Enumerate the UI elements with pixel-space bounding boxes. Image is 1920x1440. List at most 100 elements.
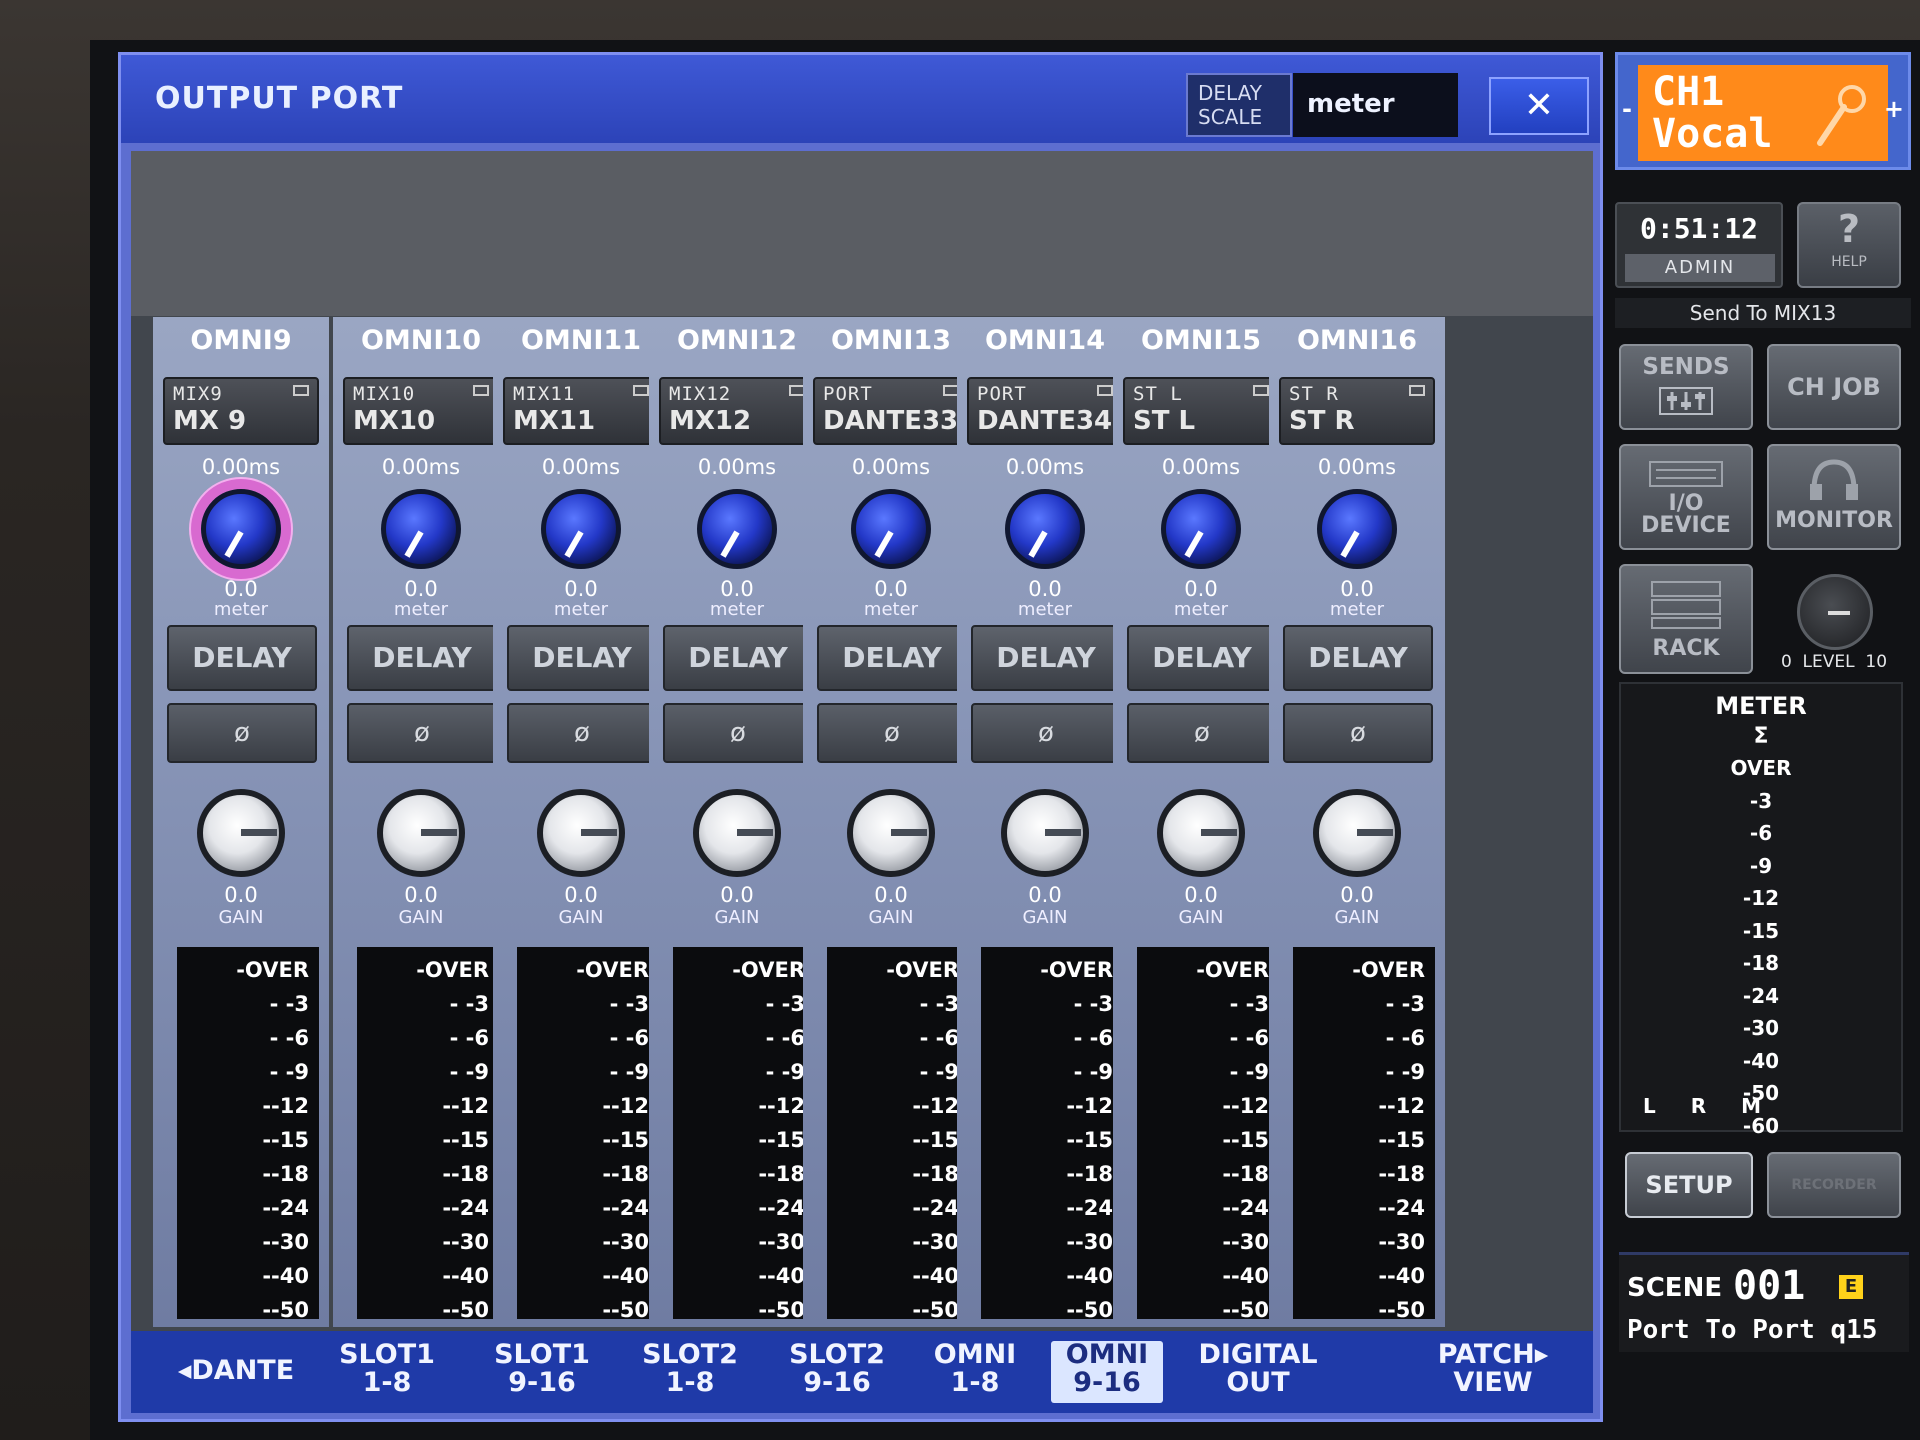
tab-label-2: 1-8 (362, 1367, 412, 1398)
monitor-level-knob[interactable] (1797, 574, 1873, 650)
master-meter-scale-label: -18 (1742, 951, 1780, 975)
gain-value: 0.0 (1028, 883, 1062, 907)
scene-display[interactable]: SCENE 001 E Port To Port q15 (1619, 1252, 1909, 1352)
patch-source-type: MIX12 (669, 383, 732, 405)
delay-toggle-button[interactable]: DELAY (663, 625, 813, 691)
delay-toggle-button[interactable]: DELAY (817, 625, 967, 691)
gain-knob[interactable] (197, 789, 285, 877)
delay-knob[interactable] (697, 489, 777, 569)
selected-channel-box[interactable]: - CH1 Vocal + (1615, 52, 1911, 170)
delay-unit: meter (1329, 599, 1385, 620)
patch-select-button[interactable]: PORT DANTE34 (967, 377, 1123, 445)
channel-prev-button[interactable]: - (1622, 95, 1632, 123)
ch-job-button[interactable]: CH JOB (1767, 344, 1901, 430)
gain-knob[interactable] (537, 789, 625, 877)
phase-button[interactable]: ø (1127, 703, 1277, 763)
delay-toggle-button[interactable]: DELAY (971, 625, 1121, 691)
phase-button[interactable]: ø (817, 703, 967, 763)
meter-scale-label: --50 (912, 1298, 959, 1322)
delay-knob[interactable] (541, 489, 621, 569)
phase-button[interactable]: ø (347, 703, 497, 763)
io-device-label: I/O (1668, 491, 1704, 516)
master-meter-panel[interactable]: METER Σ OVER -3 -6 -9 -12 -15 -18 -24 -30 -40 -50-… (1619, 682, 1903, 1138)
meter-scale: -OVER - -3 - -6 - -9 --12 --15 --18 --24 --30 --4… (732, 953, 805, 1361)
close-button[interactable]: ✕ (1489, 77, 1589, 135)
setup-button[interactable]: SETUP (1625, 1152, 1753, 1218)
delay-knob[interactable] (201, 489, 281, 569)
port-tab[interactable]: OMNI 9-16 (1051, 1341, 1163, 1403)
gain-knob[interactable] (377, 789, 465, 877)
phase-button[interactable]: ø (167, 703, 317, 763)
channel-strip: OMNI12 MIX12 MX12 0.00ms 0.0 meter DELAY… (649, 317, 825, 1356)
delay-knob[interactable] (851, 489, 931, 569)
rack-button[interactable]: RACK (1619, 564, 1753, 674)
patch-select-button[interactable]: ST L ST L (1123, 377, 1279, 445)
help-icon: ? (1837, 207, 1861, 251)
master-meter-scale-label: -40 (1742, 1048, 1780, 1073)
gain-knob[interactable] (1157, 789, 1245, 877)
patch-select-button[interactable]: MIX11 MX11 (503, 377, 659, 445)
gain-knob[interactable] (1001, 789, 1089, 877)
delay-scale-button[interactable]: DELAY SCALE (1186, 73, 1292, 137)
delay-unit: meter (393, 599, 449, 620)
delay-knob[interactable] (381, 489, 461, 569)
patch-select-button[interactable]: ST R ST R (1279, 377, 1435, 445)
delay-knob[interactable] (1161, 489, 1241, 569)
phase-button[interactable]: ø (1283, 703, 1433, 763)
monitor-level-control[interactable]: 0 LEVEL 10 (1767, 564, 1901, 674)
user-badge[interactable]: ADMIN (1625, 254, 1775, 282)
delay-toggle-button[interactable]: DELAY (167, 625, 317, 691)
help-button[interactable]: ? HELP (1797, 202, 1901, 288)
patch-source-name: ST R (1289, 406, 1355, 436)
channel-next-button[interactable]: + (1884, 95, 1904, 123)
io-device-icon (1649, 461, 1723, 487)
delay-knob[interactable] (1317, 489, 1397, 569)
gain-label: GAIN (1334, 907, 1380, 928)
port-tab[interactable]: DIGITAL OUT (1183, 1341, 1333, 1403)
patch-select-button[interactable]: MIX9 MX 9 (163, 377, 319, 445)
level-meter: -OVER - -3 - -6 - -9 --12 --15 --18 --24 --30 --4… (517, 947, 659, 1356)
patch-select-button[interactable]: MIX10 MX10 (343, 377, 499, 445)
delay-toggle-button[interactable]: DELAY (347, 625, 497, 691)
meter-scale-label: --40 (1066, 1264, 1113, 1288)
port-tab[interactable]: ◂DANTE (171, 1341, 301, 1403)
tab-label: SLOT1 (339, 1339, 435, 1370)
meter-scale-label: -OVER (886, 958, 959, 982)
port-tab[interactable]: PATCH▸ VIEW (1433, 1341, 1553, 1403)
port-tab[interactable]: SLOT2 9-16 (767, 1341, 907, 1403)
port-tab[interactable]: SLOT2 1-8 (617, 1341, 763, 1403)
patch-select-button[interactable]: MIX12 MX12 (659, 377, 815, 445)
delay-toggle-button[interactable]: DELAY (507, 625, 657, 691)
delay-scale-value[interactable]: meter (1293, 73, 1458, 137)
meter-scale-label: --40 (1222, 1264, 1269, 1288)
delay-knob[interactable] (1005, 489, 1085, 569)
phase-button[interactable]: ø (971, 703, 1121, 763)
master-meter-scale-label: -3 (1749, 788, 1773, 813)
delay-unit: meter (213, 599, 269, 620)
patch-source-type: PORT (823, 383, 873, 405)
gain-knob[interactable] (693, 789, 781, 877)
sends-button[interactable]: SENDS (1619, 344, 1753, 430)
help-label: HELP (1831, 254, 1867, 270)
delay-toggle-button[interactable]: DELAY (1127, 625, 1277, 691)
port-tab[interactable]: SLOT1 1-8 (317, 1341, 457, 1403)
phase-button[interactable]: ø (663, 703, 813, 763)
gain-knob[interactable] (847, 789, 935, 877)
port-tab[interactable]: SLOT1 9-16 (467, 1341, 617, 1403)
port-tab[interactable]: OMNI 1-8 (915, 1341, 1035, 1403)
delay-scale-label: DELAY (1198, 81, 1262, 105)
output-port-window: OUTPUT PORT DELAY SCALE meter ✕ OMNI9 MI… (118, 52, 1603, 1422)
fader-icon (1659, 387, 1713, 415)
phase-button[interactable]: ø (507, 703, 657, 763)
gain-knob[interactable] (1313, 789, 1401, 877)
monitor-button[interactable]: MONITOR (1767, 444, 1901, 550)
meter-scale-label: --12 (758, 1094, 805, 1118)
io-device-button[interactable]: I/O DEVICE (1619, 444, 1753, 550)
recorder-button[interactable]: RECORDER (1767, 1152, 1901, 1218)
patch-select-button[interactable]: PORT DANTE33 (813, 377, 969, 445)
knob-indicator (224, 530, 244, 558)
gain-value: 0.0 (720, 883, 754, 907)
channel-port-name: OMNI10 (360, 325, 482, 356)
delay-toggle-button[interactable]: DELAY (1283, 625, 1433, 691)
gain-label: GAIN (1022, 907, 1068, 928)
